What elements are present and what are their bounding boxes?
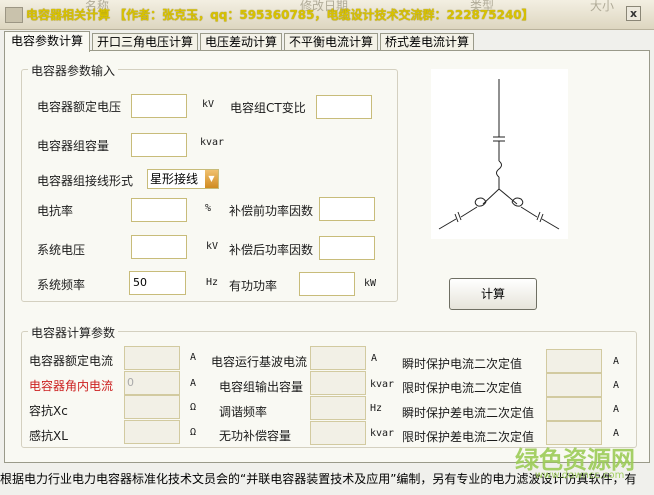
- reactance-rate-input[interactable]: [131, 198, 187, 222]
- inst-protect-diff-output: [546, 397, 602, 421]
- input-group-title: 电容器参数输入: [28, 62, 119, 79]
- capacity-label: 电容器组容量: [37, 139, 110, 153]
- close-icon: x: [629, 7, 638, 20]
- tab-voltage-differential[interactable]: 电压差动计算: [200, 33, 282, 51]
- connection-label: 电容器组接线形式: [37, 174, 134, 188]
- reactance-rate-label: 电抗率: [37, 204, 74, 218]
- xl-output: [124, 420, 180, 444]
- tab-unbalance-current[interactable]: 不平衡电流计算: [284, 33, 378, 51]
- time-protect-current-unit: A: [613, 380, 620, 391]
- pf-after-input[interactable]: [319, 236, 375, 260]
- rated-current-unit: A: [190, 352, 197, 363]
- rated-current-label: 电容器额定电流: [29, 354, 114, 368]
- tuning-freq-unit: Hz: [370, 403, 383, 414]
- time-protect-current-output: [546, 373, 602, 397]
- tab-capacitor-params[interactable]: 电容参数计算: [4, 31, 90, 52]
- rated-voltage-input[interactable]: [131, 94, 187, 118]
- tab-bridge-diff-current[interactable]: 桥式差电流计算: [380, 33, 474, 51]
- tab-open-delta-voltage[interactable]: 开口三角电压计算: [92, 33, 198, 51]
- system-voltage-label: 系统电压: [37, 243, 86, 257]
- reactive-comp-output: [310, 421, 366, 445]
- inner-current-unit: A: [190, 378, 197, 389]
- ct-ratio-input[interactable]: [316, 95, 372, 119]
- inner-current-label: 电容器角内电流: [29, 379, 114, 393]
- inst-protect-current-unit: A: [613, 356, 620, 367]
- system-voltage-input[interactable]: [131, 235, 187, 259]
- star-connection-diagram: [431, 69, 568, 239]
- output-capacity-output: [310, 371, 366, 395]
- system-freq-unit: Hz: [206, 277, 219, 288]
- rated-current-output: [124, 346, 180, 370]
- xl-unit: Ω: [190, 427, 197, 438]
- connection-value: 星形接线: [150, 172, 199, 186]
- active-power-label: 有功功率: [229, 279, 278, 293]
- reactive-comp-unit: kvar: [370, 428, 395, 439]
- fundamental-current-label: 电容运行基波电流: [211, 355, 308, 369]
- tuning-freq-label: 调谐频率: [219, 405, 268, 419]
- inst-protect-diff-unit: A: [613, 404, 620, 415]
- system-voltage-unit: kV: [206, 241, 219, 252]
- xc-label: 容抗Xc: [29, 404, 68, 418]
- rated-voltage-unit: kV: [202, 99, 215, 110]
- pf-before-label: 补偿前功率因数: [229, 204, 314, 218]
- calculate-button[interactable]: 计算: [449, 278, 537, 310]
- inner-current-output: 0: [124, 371, 180, 395]
- fundamental-current-unit: A: [371, 353, 378, 364]
- inst-protect-current-output: [546, 349, 602, 373]
- chevron-down-icon[interactable]: ▼: [205, 170, 218, 188]
- output-capacity-label: 电容组输出容量: [219, 380, 304, 394]
- star-connection-svg: [438, 79, 560, 230]
- xl-label: 感抗XL: [29, 429, 68, 443]
- close-button[interactable]: x: [626, 6, 641, 21]
- time-protect-diff-unit: A: [613, 428, 620, 439]
- reactance-rate-unit: %: [205, 203, 212, 214]
- ct-ratio-label: 电容组CT变比: [230, 101, 306, 115]
- active-power-unit: kW: [364, 278, 377, 289]
- inst-protect-current-label: 瞬时保护电流二次定值: [402, 357, 523, 371]
- ghost-header-size: 大小: [590, 0, 615, 13]
- system-freq-input[interactable]: 50: [129, 271, 186, 295]
- fundamental-current-output: [310, 346, 366, 370]
- capacity-unit: kvar: [200, 137, 225, 148]
- title-bar: 名称 修改日期 类型 大小 电容器相关计算 【作者：张克玉，qq：5953607…: [0, 0, 654, 30]
- output-group-title: 电容器计算参数: [28, 324, 119, 341]
- xc-unit: Ω: [190, 402, 197, 413]
- rated-voltage-label: 电容器额定电压: [37, 100, 122, 114]
- xc-output: [124, 395, 180, 419]
- window-title: 电容器相关计算 【作者：张克玉，qq：595360785，电缆设计技术交流群：2…: [26, 8, 534, 22]
- pf-after-label: 补偿后功率因数: [229, 243, 314, 257]
- inst-protect-diff-label: 瞬时保护差电流二次定值: [402, 406, 535, 420]
- pf-before-input[interactable]: [319, 197, 375, 221]
- system-freq-label: 系统频率: [37, 278, 86, 292]
- time-protect-current-label: 限时保护电流二次定值: [402, 381, 523, 395]
- connection-select[interactable]: 星形接线 ▼: [147, 169, 219, 189]
- active-power-input[interactable]: [299, 272, 355, 296]
- capacity-input[interactable]: [131, 133, 187, 157]
- tuning-freq-output: [310, 396, 366, 420]
- reactive-comp-label: 无功补偿容量: [219, 429, 292, 443]
- app-icon: [5, 7, 23, 23]
- output-capacity-unit: kvar: [370, 379, 395, 390]
- watermark-url: www.downcc.com: [535, 470, 625, 481]
